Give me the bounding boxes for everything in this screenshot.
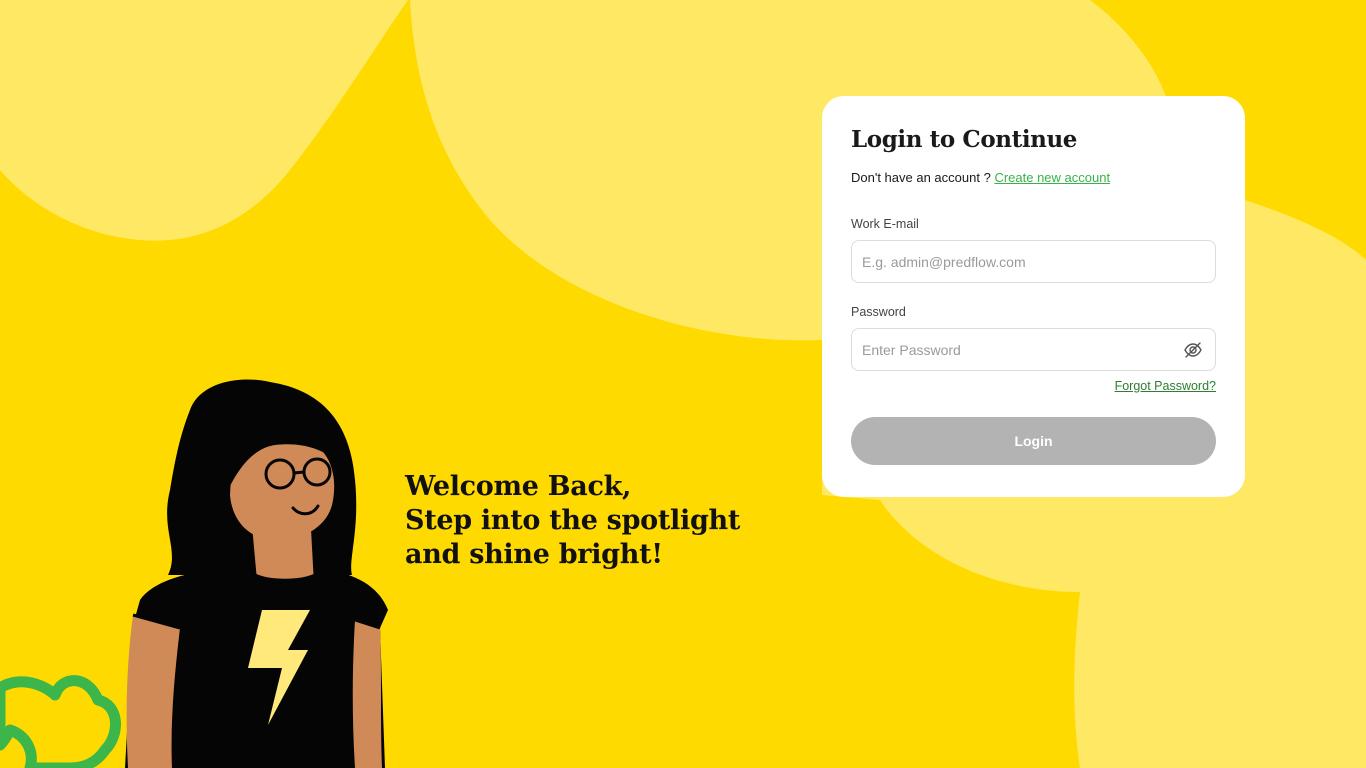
welcome-line-3: and shine bright! [405, 539, 663, 570]
create-account-link[interactable]: Create new account [994, 170, 1110, 185]
password-label: Password [851, 305, 906, 319]
signup-prompt: Don't have an account ? Create new accou… [851, 170, 1110, 185]
email-input[interactable] [852, 241, 1215, 282]
login-card: Login to Continue Don't have an account … [822, 96, 1245, 497]
plant-shape [0, 675, 121, 768]
signup-prompt-text: Don't have an account ? [851, 170, 991, 185]
character-illustration [0, 379, 388, 768]
login-title: Login to Continue [851, 126, 1078, 153]
welcome-line-1: Welcome Back, [405, 471, 632, 502]
welcome-message: Welcome Back, Step into the spotlight an… [405, 470, 740, 572]
email-field-box [851, 240, 1216, 283]
forgot-password-link[interactable]: Forgot Password? [1115, 379, 1216, 393]
password-input[interactable] [852, 329, 1215, 370]
login-button[interactable]: Login [851, 417, 1216, 465]
eye-off-icon[interactable] [1183, 340, 1203, 360]
password-field-box [851, 328, 1216, 371]
welcome-line-2: Step into the spotlight [405, 505, 741, 536]
email-label: Work E-mail [851, 217, 919, 231]
